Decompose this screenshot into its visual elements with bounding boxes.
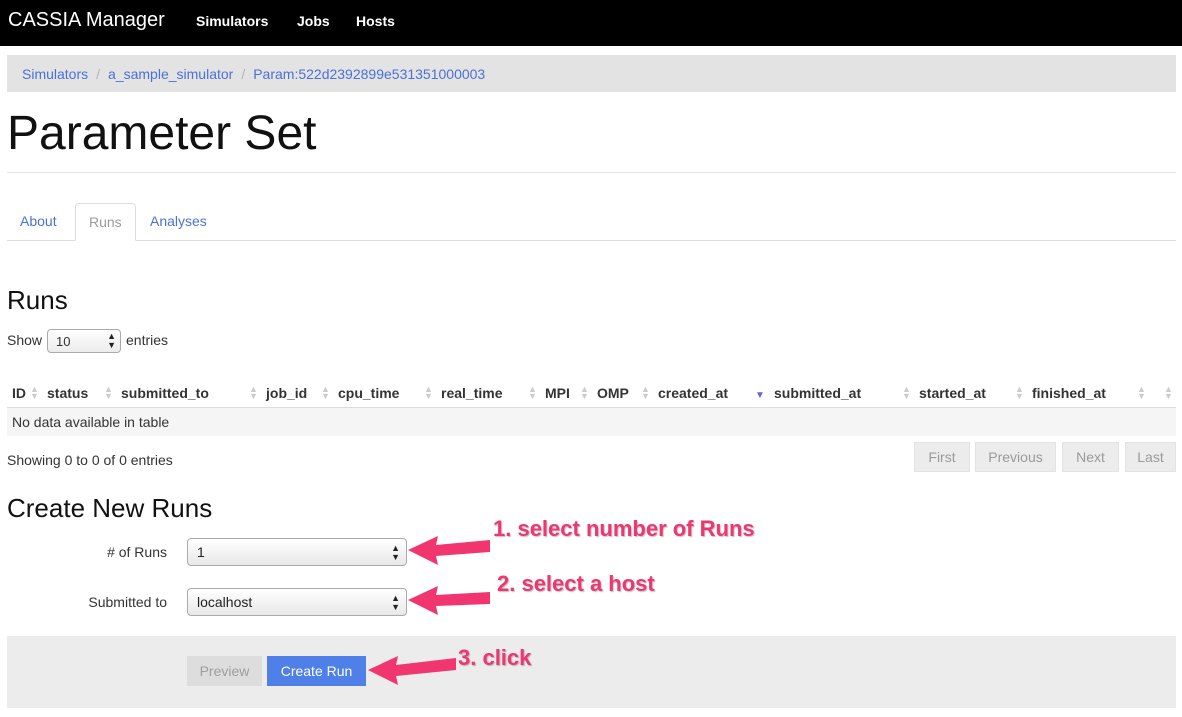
breadcrumb-simulators[interactable]: Simulators (22, 66, 88, 82)
annotation-step-3: 3. click (458, 645, 532, 670)
brand-logo[interactable]: CASSIA Manager (8, 9, 165, 32)
annotation-step-2: 2. select a host (497, 571, 655, 596)
host-value: localhost (197, 594, 253, 610)
sort-icon: ▲ ▼ (249, 384, 258, 401)
pager-last-button[interactable]: Last (1125, 442, 1176, 472)
tab-about[interactable]: About (7, 203, 70, 241)
show-label: Show (7, 332, 43, 348)
runs-heading: Runs (7, 285, 68, 315)
updown-icon: ▲ ▼ (107, 331, 116, 350)
nav-hosts[interactable]: Hosts (356, 13, 395, 29)
col-status[interactable]: status (47, 385, 88, 401)
arrow-left-icon (408, 586, 490, 615)
pager-next-button[interactable]: Next (1062, 442, 1119, 472)
entries-label: entries (126, 332, 169, 348)
table-header: ID ▲ ▼ status ▲ ▼ submitted_to ▲ ▼ job_id ▲… (7, 380, 1176, 408)
nav-simulators[interactable]: Simulators (196, 13, 268, 29)
sort-icon: ▲ ▼ (30, 384, 39, 401)
num-runs-select[interactable]: 1 ▲ ▼ (187, 538, 407, 566)
col-finished-at[interactable]: finished_at (1032, 385, 1106, 401)
num-runs-label: # of Runs (107, 544, 167, 560)
col-omp[interactable]: OMP (597, 385, 629, 401)
preview-button[interactable]: Preview (187, 656, 262, 686)
sort-icon: ▲ ▼ (641, 384, 650, 401)
sort-desc-icon: ▼ (755, 390, 765, 401)
pager-first-button[interactable]: First (914, 442, 970, 472)
sort-icon: ▲ ▼ (528, 384, 537, 401)
breadcrumb: Simulators / a_sample_simulator / Param:522d… (7, 55, 1176, 92)
col-created-at[interactable]: created_at (658, 385, 728, 401)
nav-jobs[interactable]: Jobs (297, 13, 330, 29)
col-submitted-at[interactable]: submitted_at (774, 385, 861, 401)
submitted-to-label: Submitted to (88, 594, 167, 610)
tab-bar: About Runs Analyses (7, 203, 1176, 241)
sort-icon: ▲ ▼ (902, 384, 911, 401)
sort-icon: ▲ ▼ (424, 384, 433, 401)
pager-previous-button[interactable]: Previous (975, 442, 1056, 472)
divider (7, 172, 1176, 173)
annotation-step-1: 1. select number of Runs (493, 516, 755, 541)
updown-icon: ▲ ▼ (391, 543, 400, 562)
breadcrumb-param[interactable]: Param:522d2392899e531351000003 (253, 66, 485, 82)
col-submitted-to[interactable]: submitted_to (121, 385, 209, 401)
sort-icon: ▲ ▼ (321, 384, 330, 401)
col-real-time[interactable]: real_time (441, 385, 502, 401)
sort-icon: ▲ ▼ (1137, 384, 1146, 401)
host-select[interactable]: localhost ▲ ▼ (187, 588, 407, 616)
form-actions (7, 636, 1176, 708)
sort-icon: ▲ ▼ (104, 384, 113, 401)
page-title: Parameter Set (7, 107, 317, 160)
breadcrumb-separator: / (241, 66, 246, 82)
breadcrumb-separator: / (96, 66, 101, 82)
sort-icon: ▲ ▼ (1015, 384, 1024, 401)
page-size-select[interactable]: 10 ▲ ▼ (47, 329, 121, 353)
col-id[interactable]: ID (12, 385, 26, 401)
col-mpi[interactable]: MPI (545, 385, 570, 401)
col-started-at[interactable]: started_at (919, 385, 986, 401)
tab-analyses[interactable]: Analyses (137, 203, 220, 241)
sort-icon: ▲ ▼ (580, 384, 589, 401)
arrow-left-icon (368, 656, 456, 685)
col-cpu-time[interactable]: cpu_time (338, 385, 399, 401)
arrow-left-icon (408, 536, 490, 565)
page-size-value: 10 (56, 334, 71, 349)
col-job-id[interactable]: job_id (266, 385, 307, 401)
create-runs-heading: Create New Runs (7, 493, 213, 523)
breadcrumb-simulator[interactable]: a_sample_simulator (108, 66, 233, 82)
table-info: Showing 0 to 0 of 0 entries (7, 452, 173, 468)
tab-runs[interactable]: Runs (75, 203, 136, 241)
sort-icon: ▲ ▼ (1164, 384, 1173, 401)
navbar: CASSIA Manager Simulators Jobs Hosts (0, 0, 1182, 46)
table-empty-row: No data available in table (7, 408, 1176, 436)
create-run-button[interactable]: Create Run (267, 656, 366, 686)
num-runs-value: 1 (197, 544, 205, 560)
updown-icon: ▲ ▼ (391, 593, 400, 612)
